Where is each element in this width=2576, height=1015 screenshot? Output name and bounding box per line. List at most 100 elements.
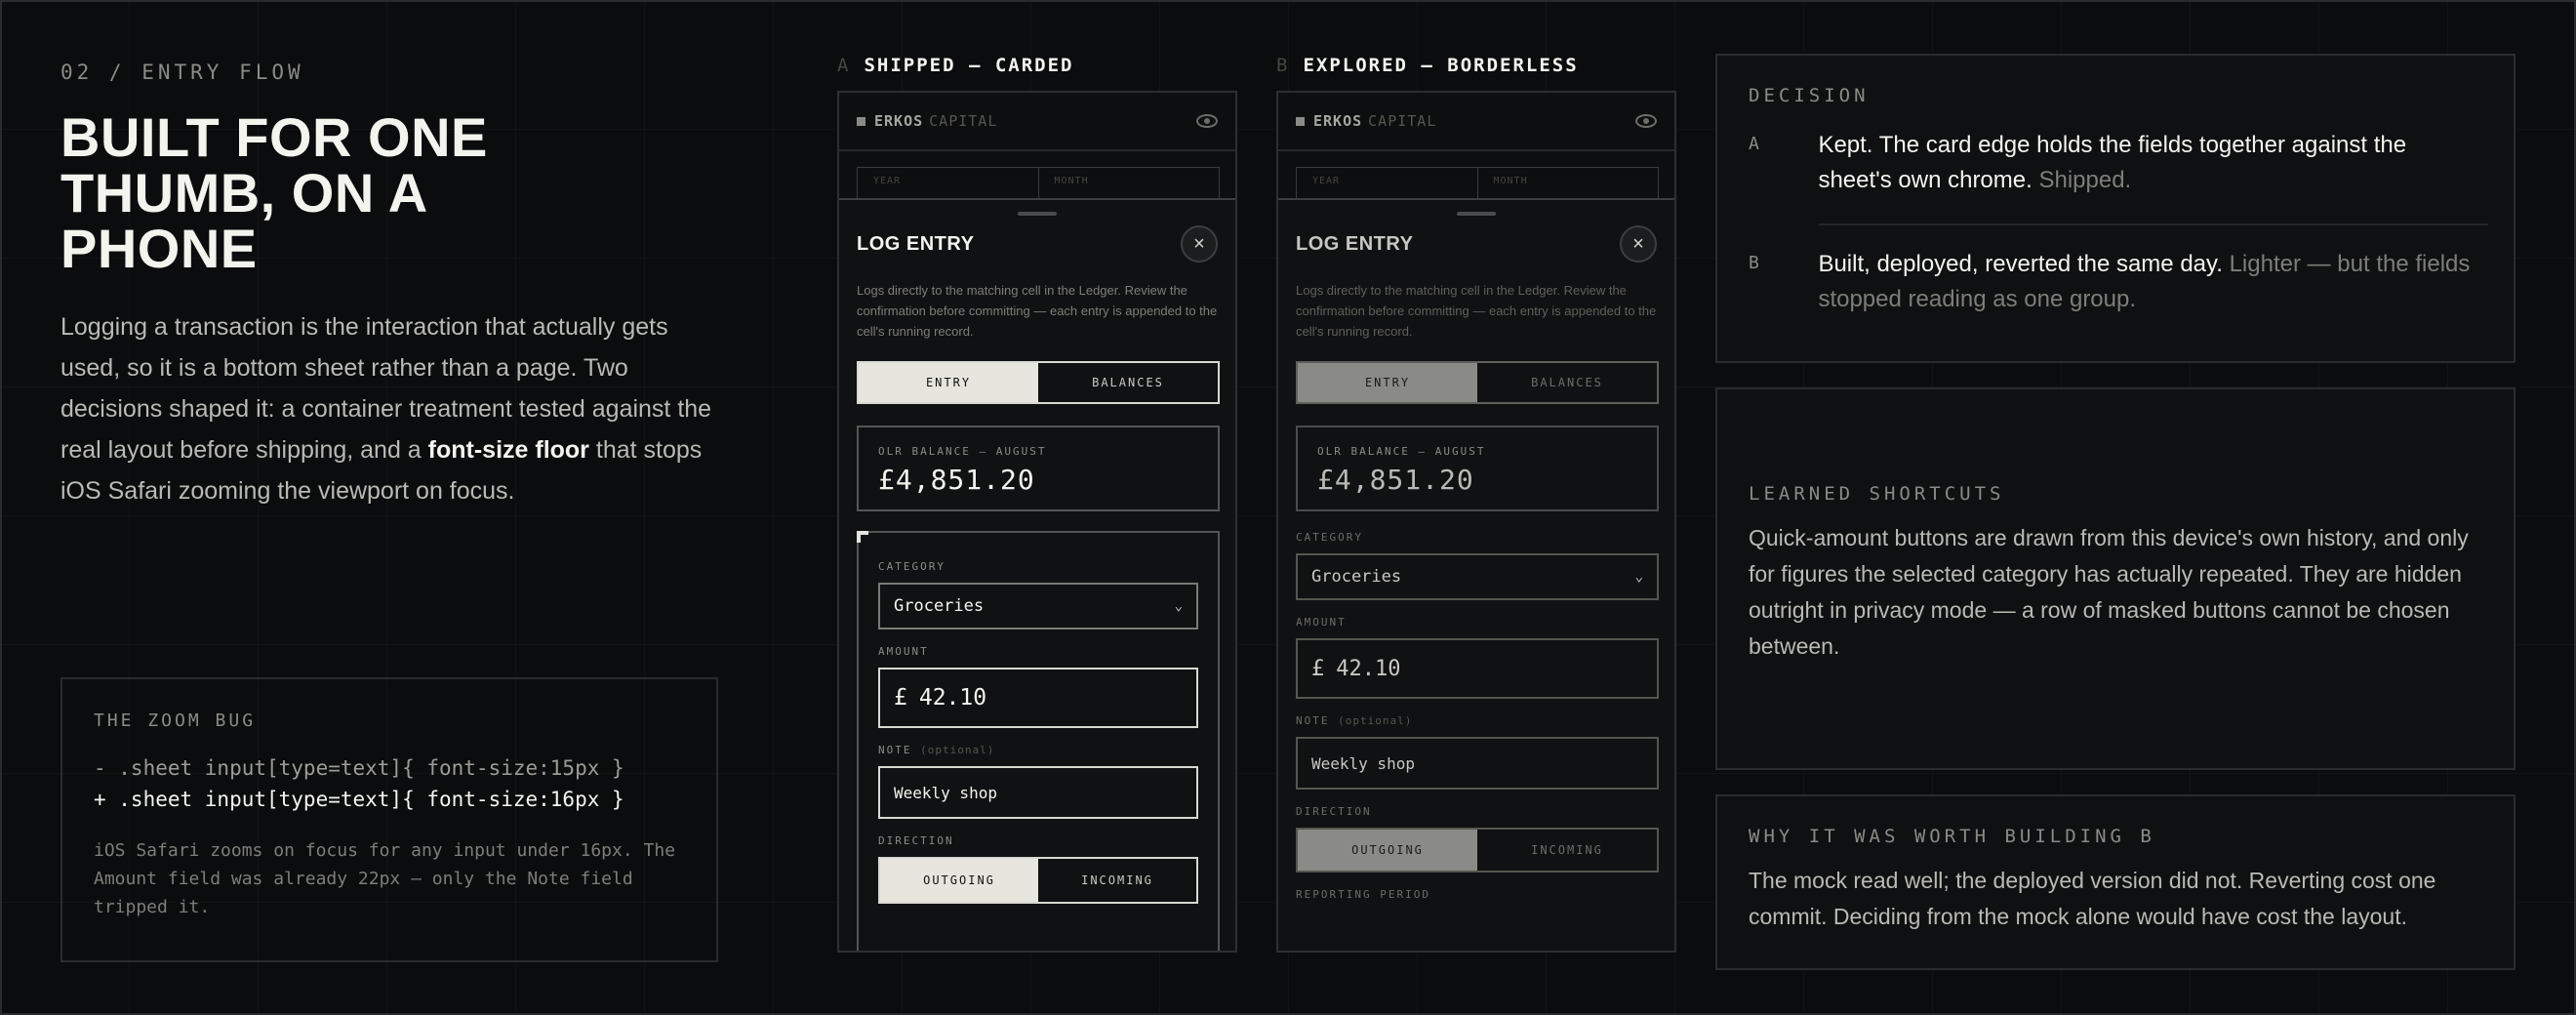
brand-logo: ERKOS CAPITAL xyxy=(1296,112,1436,130)
sheet-description: Logs directly to the matching cell in th… xyxy=(1296,283,1657,339)
note-input[interactable]: Weekly shop xyxy=(878,766,1198,819)
amount-input[interactable]: £42.10 xyxy=(1296,638,1659,699)
decision-main-b: Built, deployed, reverted the same day. xyxy=(1818,251,2223,277)
category-value: Groceries xyxy=(894,596,985,616)
intro-emphasis: font-size floor xyxy=(427,436,589,464)
tab-entry[interactable]: ENTRY xyxy=(1298,363,1477,402)
category-label: CATEGORY xyxy=(1296,531,1363,544)
chevron-down-icon: ⌄ xyxy=(1634,569,1643,585)
entry-balances-toggle: ENTRY BALANCES xyxy=(1296,361,1659,404)
note-label-text: NOTE xyxy=(878,744,912,756)
direction-incoming[interactable]: INCOMING xyxy=(1038,859,1196,902)
balance-value: £4,851.20 xyxy=(1317,464,1474,496)
variant-a-title: SHIPPED — CARDED xyxy=(864,55,1074,76)
note-input[interactable]: Weekly shop xyxy=(1296,737,1659,790)
eye-icon[interactable] xyxy=(1196,114,1218,128)
shortcuts-title: LEARNED SHORTCUTS xyxy=(1749,483,2005,505)
app-header: ERKOS CAPITAL xyxy=(1278,93,1674,151)
decision-row-b: B Built, deployed, reverted the same day… xyxy=(1749,247,2482,317)
sheet-title: LOG ENTRY xyxy=(857,232,975,255)
balance-card: OLR BALANCE — AUGUST £4,851.20 xyxy=(1296,426,1659,511)
worth-title: WHY IT WAS WORTH BUILDING B xyxy=(1749,826,2155,847)
decision-divider xyxy=(1819,223,2488,225)
reporting-period-label: REPORTING PERIOD xyxy=(1296,888,1430,901)
variant-b-title: EXPLORED — BORDERLESS xyxy=(1303,55,1579,76)
decision-panel: DECISION A Kept. The card edge holds the… xyxy=(1715,54,2516,363)
amount-label: AMOUNT xyxy=(1296,616,1347,629)
balance-card: OLR BALANCE — AUGUST £4,851.20 xyxy=(857,426,1220,511)
variant-b-letter: B xyxy=(1276,55,1290,76)
app-header: ERKOS CAPITAL xyxy=(839,93,1235,151)
fields-card: CATEGORY Groceries ⌄ AMOUNT £42.10 NOTE (… xyxy=(857,531,1220,951)
worth-building-panel: WHY IT WAS WORTH BUILDING B The mock rea… xyxy=(1715,794,2516,970)
direction-label: DIRECTION xyxy=(1296,805,1372,818)
tab-balances[interactable]: BALANCES xyxy=(1038,363,1218,402)
close-icon: × xyxy=(1632,232,1644,255)
amount-value: 42.10 xyxy=(1336,656,1401,681)
brand-square-icon xyxy=(1296,116,1305,126)
decision-letter-a: A xyxy=(1749,134,1759,154)
brand-square-icon xyxy=(857,116,865,126)
direction-outgoing[interactable]: OUTGOING xyxy=(1298,830,1477,871)
fields-group: CATEGORY Groceries ⌄ AMOUNT £42.10 NOTE (… xyxy=(1296,531,1659,901)
direction-outgoing[interactable]: OUTGOING xyxy=(880,859,1038,902)
sheet-drag-handle[interactable] xyxy=(1018,212,1057,216)
note-optional-hint: (optional) xyxy=(1338,714,1413,727)
note-value: Weekly shop xyxy=(894,783,997,802)
focus-corner-mark xyxy=(857,531,868,543)
decision-row-a: A Kept. The card edge holds the fields t… xyxy=(1749,128,2482,198)
balance-value: £4,851.20 xyxy=(878,464,1035,496)
variant-a-letter: A xyxy=(837,55,851,76)
learned-shortcuts-panel: LEARNED SHORTCUTS Quick-amount buttons a… xyxy=(1715,387,2516,770)
close-button[interactable]: × xyxy=(1181,225,1218,263)
sheet-drag-handle[interactable] xyxy=(1457,212,1496,216)
phone-mock-carded: ERKOS CAPITAL YEAR MONTH LOG ENTRY × Logs … xyxy=(837,91,1237,953)
amount-label: AMOUNT xyxy=(878,645,929,658)
brand-name: ERKOS xyxy=(874,112,924,130)
bottom-sheet: LOG ENTRY × Logs directly to the matchin… xyxy=(839,198,1235,951)
currency-symbol: £ xyxy=(1311,656,1325,681)
bottom-sheet: LOG ENTRY × Logs directly to the matchin… xyxy=(1278,198,1674,951)
direction-toggle: OUTGOING INCOMING xyxy=(1296,828,1659,873)
category-select[interactable]: Groceries ⌄ xyxy=(1296,553,1659,600)
brand-logo: ERKOS CAPITAL xyxy=(857,112,997,130)
currency-symbol: £ xyxy=(894,685,907,710)
page-title: BUILT FOR ONE THUMB, ON A PHONE xyxy=(60,106,488,279)
diff-added-line: + .sheet input[type=text]{ font-size:16p… xyxy=(94,788,624,811)
brand-name: ERKOS xyxy=(1313,112,1363,130)
zoom-bug-note: iOS Safari zooms on focus for any input … xyxy=(94,840,676,917)
tab-balances[interactable]: BALANCES xyxy=(1477,363,1657,402)
decision-note-a: Shipped. xyxy=(2032,167,2132,193)
shortcuts-body: Quick-amount buttons are drawn from this… xyxy=(1749,525,2469,659)
phone-mock-borderless: ERKOS CAPITAL YEAR MONTH LOG ENTRY × Logs … xyxy=(1276,91,1676,953)
note-value: Weekly shop xyxy=(1311,753,1415,773)
close-icon: × xyxy=(1193,232,1205,255)
direction-incoming[interactable]: INCOMING xyxy=(1477,830,1657,871)
direction-toggle: OUTGOING INCOMING xyxy=(878,857,1198,904)
brand-suffix: CAPITAL xyxy=(1368,112,1437,130)
zoom-bug-title: THE ZOOM BUG xyxy=(94,710,257,731)
tab-entry[interactable]: ENTRY xyxy=(859,363,1038,402)
balance-label: OLR BALANCE — AUGUST xyxy=(1317,445,1486,458)
decision-text-a: Kept. The card edge holds the fields tog… xyxy=(1818,128,2482,198)
sheet-description: Logs directly to the matching cell in th… xyxy=(857,283,1218,339)
variant-b-label: B EXPLORED — BORDERLESS xyxy=(1276,55,1579,76)
sheet-title: LOG ENTRY xyxy=(1296,232,1414,255)
diff-removed-line: - .sheet input[type=text]{ font-size:15p… xyxy=(94,756,624,780)
close-button[interactable]: × xyxy=(1620,225,1657,263)
note-label-text: NOTE xyxy=(1296,714,1330,727)
brand-suffix: CAPITAL xyxy=(929,112,998,130)
chevron-down-icon: ⌄ xyxy=(1174,598,1183,614)
decision-title: DECISION xyxy=(1749,85,1870,106)
eye-icon[interactable] xyxy=(1635,114,1657,128)
amount-value: 42.10 xyxy=(918,685,987,710)
balance-label: OLR BALANCE — AUGUST xyxy=(878,445,1047,458)
category-label: CATEGORY xyxy=(878,560,946,573)
decision-text-b: Built, deployed, reverted the same day. … xyxy=(1818,247,2482,317)
category-select[interactable]: Groceries ⌄ xyxy=(878,583,1198,629)
note-optional-hint: (optional) xyxy=(920,744,995,756)
amount-input[interactable]: £42.10 xyxy=(878,668,1198,728)
worth-body: The mock read well; the deployed version… xyxy=(1749,868,2436,929)
variant-a-label: A SHIPPED — CARDED xyxy=(837,55,1073,76)
note-label: NOTE (optional) xyxy=(878,744,1198,756)
